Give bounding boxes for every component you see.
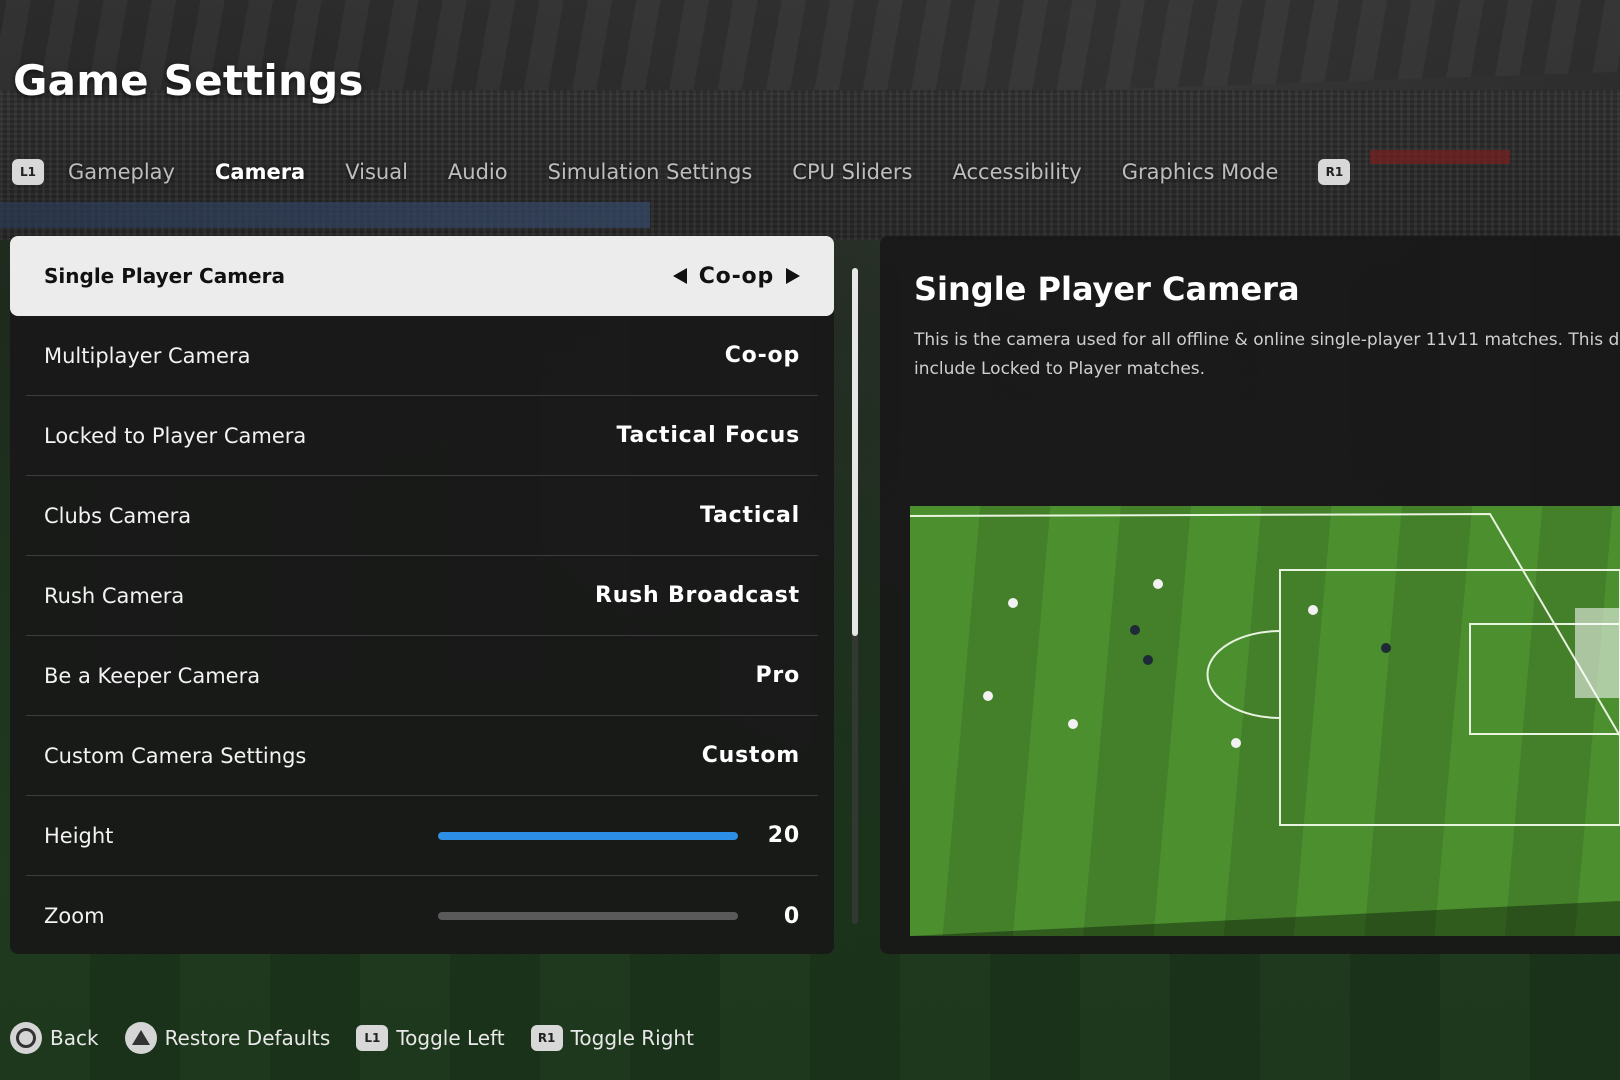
back-hint[interactable]: Back bbox=[10, 1022, 99, 1054]
setting-value: Tactical Focus bbox=[616, 423, 800, 448]
tab-gameplay[interactable]: Gameplay bbox=[68, 160, 175, 184]
tab-camera[interactable]: Camera bbox=[215, 160, 305, 184]
stadium-adboard bbox=[0, 202, 650, 228]
tab-accessibility[interactable]: Accessibility bbox=[953, 160, 1082, 184]
r1-button-icon: R1 bbox=[530, 1025, 563, 1051]
setting-value: Rush Broadcast bbox=[594, 583, 800, 608]
tab-simulation-settings[interactable]: Simulation Settings bbox=[548, 160, 753, 184]
r1-button-icon[interactable]: R1 bbox=[1318, 159, 1351, 185]
toggle-left-hint[interactable]: L1 Toggle Left bbox=[356, 1025, 505, 1051]
setting-value: 20 bbox=[767, 823, 800, 848]
height-slider[interactable]: 20 bbox=[438, 823, 800, 848]
slider-track[interactable] bbox=[438, 912, 738, 920]
setting-label: Zoom bbox=[44, 904, 105, 928]
toggle-left-label: Toggle Left bbox=[396, 1026, 505, 1050]
arrow-right-icon[interactable] bbox=[786, 268, 800, 284]
l1-button-icon[interactable]: L1 bbox=[12, 159, 44, 185]
setting-value: Custom bbox=[701, 743, 800, 768]
restore-defaults-hint[interactable]: Restore Defaults bbox=[124, 1022, 331, 1054]
camera-preview-image bbox=[910, 506, 1620, 936]
setting-value: Pro bbox=[755, 663, 800, 688]
toggle-right-label: Toggle Right bbox=[570, 1026, 694, 1050]
setting-label: Be a Keeper Camera bbox=[44, 663, 261, 688]
pitch-preview-graphic bbox=[910, 512, 1620, 936]
tab-visual[interactable]: Visual bbox=[345, 160, 408, 184]
zoom-slider[interactable]: 0 bbox=[438, 904, 800, 929]
circle-button-icon bbox=[10, 1022, 42, 1054]
setting-height[interactable]: Height 20 bbox=[26, 796, 818, 876]
setting-value: Co-op bbox=[724, 343, 800, 368]
setting-locked-to-player-camera[interactable]: Locked to Player Camera Tactical Focus bbox=[26, 396, 818, 476]
setting-rush-camera[interactable]: Rush Camera Rush Broadcast bbox=[26, 556, 818, 636]
stadium-background bbox=[0, 0, 1620, 240]
setting-zoom[interactable]: Zoom 0 bbox=[26, 876, 818, 956]
restore-defaults-label: Restore Defaults bbox=[164, 1026, 331, 1050]
arrow-left-icon[interactable] bbox=[672, 268, 687, 284]
description-text: This is the camera used for all offline … bbox=[914, 326, 1620, 384]
page-title: Game Settings bbox=[13, 56, 364, 105]
setting-label: Single Player Camera bbox=[44, 264, 285, 288]
settings-list: Single Player Camera Co-op Multiplayer C… bbox=[10, 236, 834, 954]
tab-graphics-mode[interactable]: Graphics Mode bbox=[1122, 160, 1279, 184]
setting-label: Height bbox=[44, 823, 114, 848]
slider-fill bbox=[438, 831, 738, 840]
setting-value: 0 bbox=[783, 903, 800, 929]
setting-multiplayer-camera[interactable]: Multiplayer Camera Co-op bbox=[26, 316, 818, 396]
back-label: Back bbox=[50, 1026, 99, 1050]
tab-bar: L1 Gameplay Camera Visual Audio Simulati… bbox=[12, 152, 1351, 192]
setting-label: Custom Camera Settings bbox=[44, 743, 307, 768]
description-line: This is the camera used for all offline … bbox=[914, 330, 1620, 350]
stadium-banner bbox=[1370, 150, 1510, 164]
setting-value: Tactical bbox=[700, 503, 800, 528]
description-panel: Single Player Camera This is the camera … bbox=[880, 236, 1620, 954]
setting-label: Multiplayer Camera bbox=[44, 343, 251, 368]
toggle-right-hint[interactable]: R1 Toggle Right bbox=[530, 1025, 694, 1051]
scroll-thumb[interactable] bbox=[852, 268, 858, 636]
description-line: include Locked to Player matches. bbox=[914, 359, 1206, 379]
footer-hints: Back Restore Defaults L1 Toggle Left R1 … bbox=[10, 1020, 720, 1056]
setting-single-player-camera[interactable]: Single Player Camera Co-op bbox=[10, 236, 834, 316]
scrollbar[interactable] bbox=[852, 268, 858, 924]
setting-be-a-keeper-camera[interactable]: Be a Keeper Camera Pro bbox=[26, 636, 818, 716]
description-title: Single Player Camera bbox=[914, 270, 1300, 308]
setting-label: Locked to Player Camera bbox=[44, 423, 307, 448]
l1-button-icon: L1 bbox=[356, 1025, 389, 1051]
tab-audio[interactable]: Audio bbox=[448, 160, 508, 184]
setting-custom-camera-settings[interactable]: Custom Camera Settings Custom bbox=[26, 716, 818, 796]
setting-value: Co-op bbox=[698, 263, 774, 289]
setting-label: Rush Camera bbox=[44, 583, 185, 608]
slider-track[interactable] bbox=[438, 831, 738, 840]
triangle-button-icon bbox=[124, 1022, 157, 1054]
setting-clubs-camera[interactable]: Clubs Camera Tactical bbox=[26, 476, 818, 556]
tab-cpu-sliders[interactable]: CPU Sliders bbox=[792, 160, 912, 184]
setting-label: Clubs Camera bbox=[44, 503, 192, 528]
option-selector: Co-op bbox=[672, 263, 800, 289]
